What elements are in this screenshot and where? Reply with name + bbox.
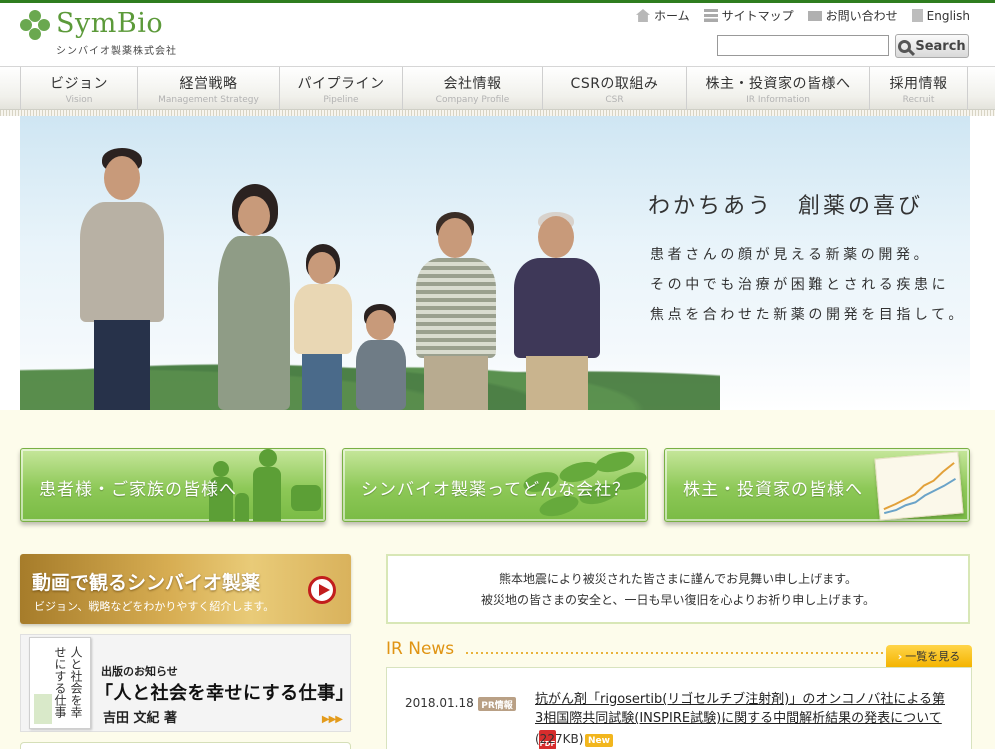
nav-label: 経営戦略 [179,75,238,92]
book-announcement: 出版のお知らせ [101,665,178,678]
about-company-button[interactable]: シンバイオ製薬ってどんな会社？ [342,448,648,522]
utility-nav: ホーム サイトマップ お問い合わせ English [635,7,970,24]
ir-news-list: 2018.01.18 PR情報 抗がん剤「rigosertib(リゴセルチブ注射… [386,667,972,749]
nav-sublabel: Management Strategy [158,94,259,105]
nav-label: CSRの取組み [570,75,659,92]
hero-line: 患者さんの顔が見える新薬の開発。 [650,247,932,263]
home-link-label: ホーム [653,9,690,23]
ir-news-more-button[interactable]: › 一覧を見る [886,645,972,667]
notice-line: 被災地の皆さまの安全と、一日も早い復旧を心よりお祈り申し上げます。 [480,593,876,607]
investors-button-label: 株主・投資家の皆様へ [683,480,863,500]
nav-item-ir[interactable]: 株主・投資家の皆様へ IR Information [687,67,870,110]
global-nav: ビジョン Vision 経営戦略 Management Strategy パイプ… [0,66,995,110]
hero-person [60,148,180,410]
nav-item-vision[interactable]: ビジョン Vision [20,67,138,110]
site-logo[interactable]: SymBio シンバイオ製薬株式会社 [20,8,220,57]
nav-label: 採用情報 [889,75,948,92]
nav-label: 株主・投資家の皆様へ [705,75,851,92]
hero-banner: わかちあう 創薬の喜び 患者さんの顔が見える新薬の開発。 その中でも治療が困難と… [20,116,970,410]
book-title: 「人と社会を幸せにする仕事」 [95,683,355,704]
book-cover-title: 人と社会を幸せにする仕事 [53,646,83,718]
sitemap-link-label: サイトマップ [721,9,794,23]
ir-news-divider [466,652,884,654]
new-badge: New [585,734,613,747]
nav-sublabel: Vision [65,94,93,105]
home-icon [635,9,650,22]
chevron-right-icon: › [897,649,903,663]
news-link-text: 抗がん剤「rigosertib(リゴセルチブ注射剤)」のオンコノバ社による第3相… [535,692,945,726]
patients-button-label: 患者様・ご家族の皆様へ [39,480,237,500]
logo-mark-icon [20,10,50,40]
sidebar-box [20,742,351,749]
site-search: Search [717,34,969,58]
company-name: シンバイオ製薬株式会社 [56,46,177,57]
nav-sublabel: Company Profile [435,94,510,105]
news-category-badge: PR情報 [478,697,516,711]
sitemap-link[interactable]: サイトマップ [703,7,794,24]
contact-link[interactable]: お問い合わせ [807,7,898,24]
nav-sublabel: Pipeline [323,94,359,105]
ir-news-heading: IR News [386,639,455,659]
nav-item-company[interactable]: 会社情報 Company Profile [403,67,543,110]
nav-label: 会社情報 [443,75,502,92]
contact-link-label: お問い合わせ [825,9,898,23]
hero-line: その中でも治療が困難とされる疾患に [650,277,950,293]
hero-person [286,244,358,410]
notice-line: 熊本地震により被災された皆さまに謹んでお見舞い申し上げます。 [499,572,857,586]
hero-person [350,304,410,410]
earthquake-notice: 熊本地震により被災された皆さまに謹んでお見舞い申し上げます。 被災地の皆さまの安… [386,554,970,624]
investors-button[interactable]: 株主・投資家の皆様へ [664,448,970,522]
search-button[interactable]: Search [895,34,969,58]
nav-item-strategy[interactable]: 経営戦略 Management Strategy [138,67,280,110]
nav-label: パイプライン [297,75,385,92]
book-author: 吉田 文紀 著 [103,711,178,726]
video-banner-subtitle: ビジョン、戦略などをわかりやすく紹介します。 [34,600,275,613]
patients-button[interactable]: 患者様・ご家族の皆様へ [20,448,326,522]
nav-sublabel: Recruit [902,94,935,105]
about-company-button-label: シンバイオ製薬ってどんな会社？ [361,480,631,500]
home-link[interactable]: ホーム [635,7,690,24]
ir-news-more-label: 一覧を見る [905,650,961,663]
news-file-size: (227KB) [535,732,584,746]
top-accent-bar [0,0,995,3]
video-banner-title: 動画で観るシンバイオ製薬 [32,572,261,594]
more-arrows-icon: ▶▶▶ [321,714,343,725]
hero-person [408,212,504,410]
document-icon [911,9,923,22]
hero-line: 焦点を合わせた新薬の開発を目指して。 [650,307,966,323]
search-input[interactable] [717,35,889,56]
news-date: 2018.01.18 [405,696,474,710]
search-button-label: Search [915,38,966,54]
book-banner[interactable]: 人と社会を幸せにする仕事 出版のお知らせ 「人と社会を幸せにする仕事」 吉田 文… [20,634,355,732]
nav-item-recruit[interactable]: 採用情報 Recruit [870,67,968,110]
chart-icon [874,451,964,521]
play-icon [308,576,336,604]
hero-copy: 患者さんの顔が見える新薬の開発。 その中でも治療が困難とされる疾患に 焦点を合わ… [650,240,966,330]
logo-wordmark: SymBio [56,8,164,39]
nav-label: ビジョン [50,75,108,92]
nav-item-csr[interactable]: CSRの取組み CSR [543,67,687,110]
nav-sublabel: CSR [605,94,624,105]
hero-person [208,184,298,410]
video-banner[interactable]: 動画で観るシンバイオ製薬 ビジョン、戦略などをわかりやすく紹介します。 [20,554,351,624]
book-cover-image: 人と社会を幸せにする仕事 [29,637,91,729]
nav-item-pipeline[interactable]: パイプライン Pipeline [280,67,403,110]
hero-title: わかちあう 創薬の喜び [648,194,924,219]
search-icon [898,39,912,53]
sitemap-icon [703,9,718,22]
english-link[interactable]: English [911,7,970,24]
mail-icon [807,10,822,21]
hero-person [508,212,606,410]
nav-sublabel: IR Information [746,94,810,105]
english-link-label: English [926,8,970,23]
